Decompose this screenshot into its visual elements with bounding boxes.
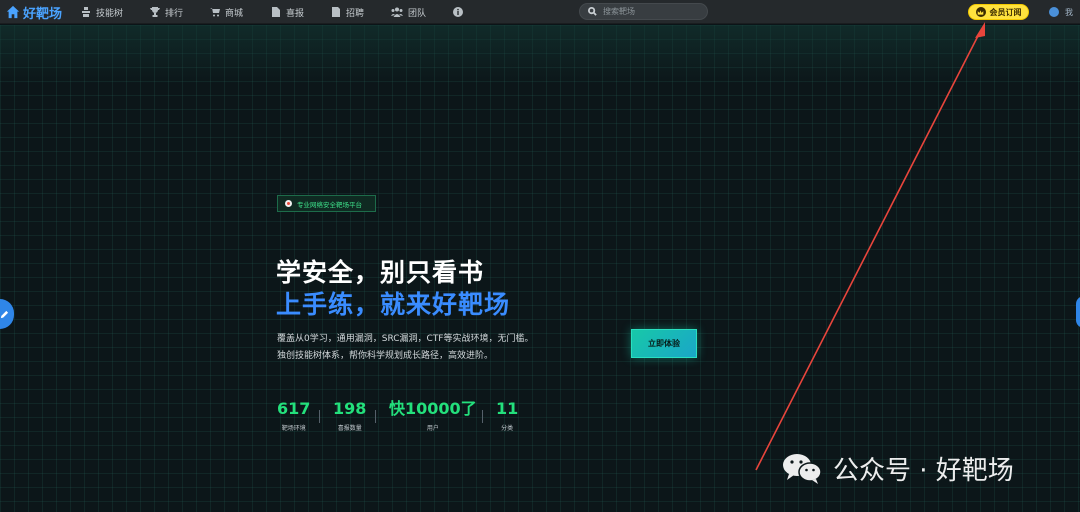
- stat-category-count: 11 分类: [496, 399, 518, 432]
- pencil-icon: [0, 310, 8, 318]
- stat-value: 快10000了: [389, 399, 477, 418]
- try-now-button[interactable]: 立即体验: [631, 329, 697, 358]
- nav-item-shop[interactable]: 商城: [210, 4, 243, 20]
- stat-label: 用户: [426, 425, 439, 432]
- user-menu[interactable]: 我: [1049, 5, 1073, 19]
- floating-side-tab[interactable]: [1076, 296, 1080, 328]
- team-icon: [391, 7, 403, 17]
- vip-crown-icon: [975, 7, 986, 17]
- hero-top-glow: [0, 25, 1080, 85]
- nav-item-info[interactable]: [453, 4, 463, 20]
- platform-badge: 专业网络安全靶场平台: [277, 195, 376, 212]
- nav-label: 排行: [165, 8, 184, 19]
- target-icon: [285, 200, 292, 207]
- search-icon: [588, 7, 597, 16]
- hero-title-line1: 学安全，别只看书: [276, 258, 485, 287]
- watermark-text: 公众号 · 好靶场: [833, 455, 1014, 486]
- stat-divider: [319, 410, 320, 423]
- home-icon: [6, 5, 20, 19]
- hero-description-line2: 独创技能树体系，帮你科学规划成长路径，高效进阶。: [277, 351, 494, 361]
- trophy-icon: [150, 7, 160, 17]
- nav-item-news[interactable]: 喜报: [271, 4, 304, 20]
- briefcase-icon: [332, 7, 340, 17]
- vip-subscribe-button[interactable]: 会员订阅: [968, 4, 1029, 20]
- stat-label: 分类: [501, 425, 514, 432]
- nav-item-jobs[interactable]: 招聘: [331, 4, 364, 20]
- info-icon: [453, 7, 463, 17]
- wechat-icon: [783, 454, 822, 484]
- wechat-watermark: 公众号 · 好靶场: [781, 448, 1014, 488]
- document-icon: [272, 7, 280, 17]
- hero-description-line1: 覆盖从0学习，通用漏洞，SRC漏洞，CTF等实战环境，无门槛。: [277, 334, 534, 344]
- top-navigation-bar: 好靶场 技能树 排行 商城 喜报 招聘 团队 会员订阅 我: [0, 0, 1080, 24]
- nav-item-skill-tree[interactable]: 技能树: [81, 4, 123, 20]
- search-input[interactable]: [603, 7, 703, 16]
- cart-icon: [210, 8, 220, 17]
- site-logo-text: 好靶场: [23, 6, 63, 22]
- user-menu-label: 我: [1065, 7, 1073, 17]
- stat-range-count: 617 靶场环境: [277, 399, 310, 432]
- stat-user-count: 快10000了 用户: [389, 399, 477, 432]
- nav-label: 商城: [225, 8, 244, 19]
- nav-label: 团队: [408, 8, 427, 19]
- nav-label: 喜报: [286, 8, 305, 19]
- stat-divider: [375, 410, 376, 423]
- nav-item-ranking[interactable]: 排行: [150, 4, 183, 20]
- hero-title-line2: 上手练，就来好靶场: [276, 290, 511, 319]
- vip-subscribe-label: 会员订阅: [989, 7, 1022, 17]
- nav-item-team[interactable]: 团队: [391, 4, 426, 20]
- stat-label: 喜报数量: [337, 425, 362, 432]
- site-logo[interactable]: 好靶场: [6, 3, 63, 22]
- search-box[interactable]: [579, 3, 708, 20]
- stat-value: 617: [277, 399, 311, 418]
- platform-badge-text: 专业网络安全靶场平台: [297, 200, 362, 209]
- stat-value: 198: [333, 399, 367, 418]
- stat-label: 靶场环境: [281, 425, 306, 432]
- nav-label: 招聘: [346, 8, 365, 19]
- nav-label: 技能树: [96, 8, 124, 19]
- skill-tree-icon: [82, 7, 90, 17]
- hero-description: 覆盖从0学习，通用漏洞，SRC漏洞，CTF等实战环境，无门槛。 独创技能树体系，…: [277, 331, 534, 365]
- hero-section: [0, 25, 1080, 512]
- stat-divider: [482, 410, 483, 423]
- stat-news-count: 198 喜报数量: [333, 399, 366, 432]
- stat-value: 11: [496, 399, 519, 418]
- user-avatar-icon: [1049, 7, 1059, 17]
